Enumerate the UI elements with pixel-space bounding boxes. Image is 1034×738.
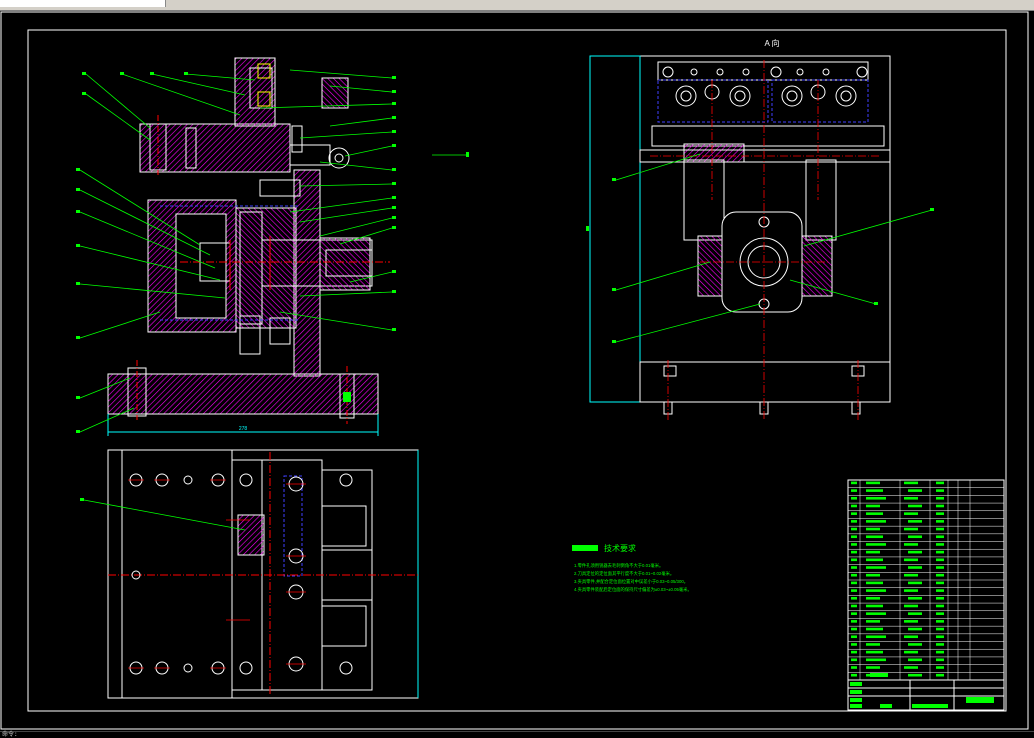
cad-drawing-canvas[interactable]: 278 A 向 技术要求 1.零件孔须用锐器去毛刺倒角不大于0.01毫米。 2.… [0,10,1034,732]
tech-line-4: 4.夹具零件装配后定位面的保持尺寸偏差为±0.03~±0.05毫米。 [574,586,692,593]
document-tab[interactable] [0,0,166,7]
dimension-label: 278 [239,426,248,432]
view-title: A 向 [764,38,779,48]
technical-requirements: 技术要求 1.零件孔须用锐器去毛刺倒角不大于0.01毫米。 2.刀具定位的定位面… [572,543,692,593]
tech-line-3: 3.夹具零件,并配合定位面位置对中误差小于0.03~0.05/300。 [574,578,688,585]
front-section-view: 278 [76,57,469,436]
tech-line-1: 1.零件孔须用锐器去毛刺倒角不大于0.01毫米。 [574,562,663,569]
tech-heading: 技术要求 [604,543,636,553]
title-block [848,673,1004,710]
tech-line-2: 2.刀具定位的定位面其平行度不大于0.01~0.02毫米。 [574,570,674,577]
top-plan-view [80,449,419,699]
side-view-a: A 向 [586,38,934,420]
